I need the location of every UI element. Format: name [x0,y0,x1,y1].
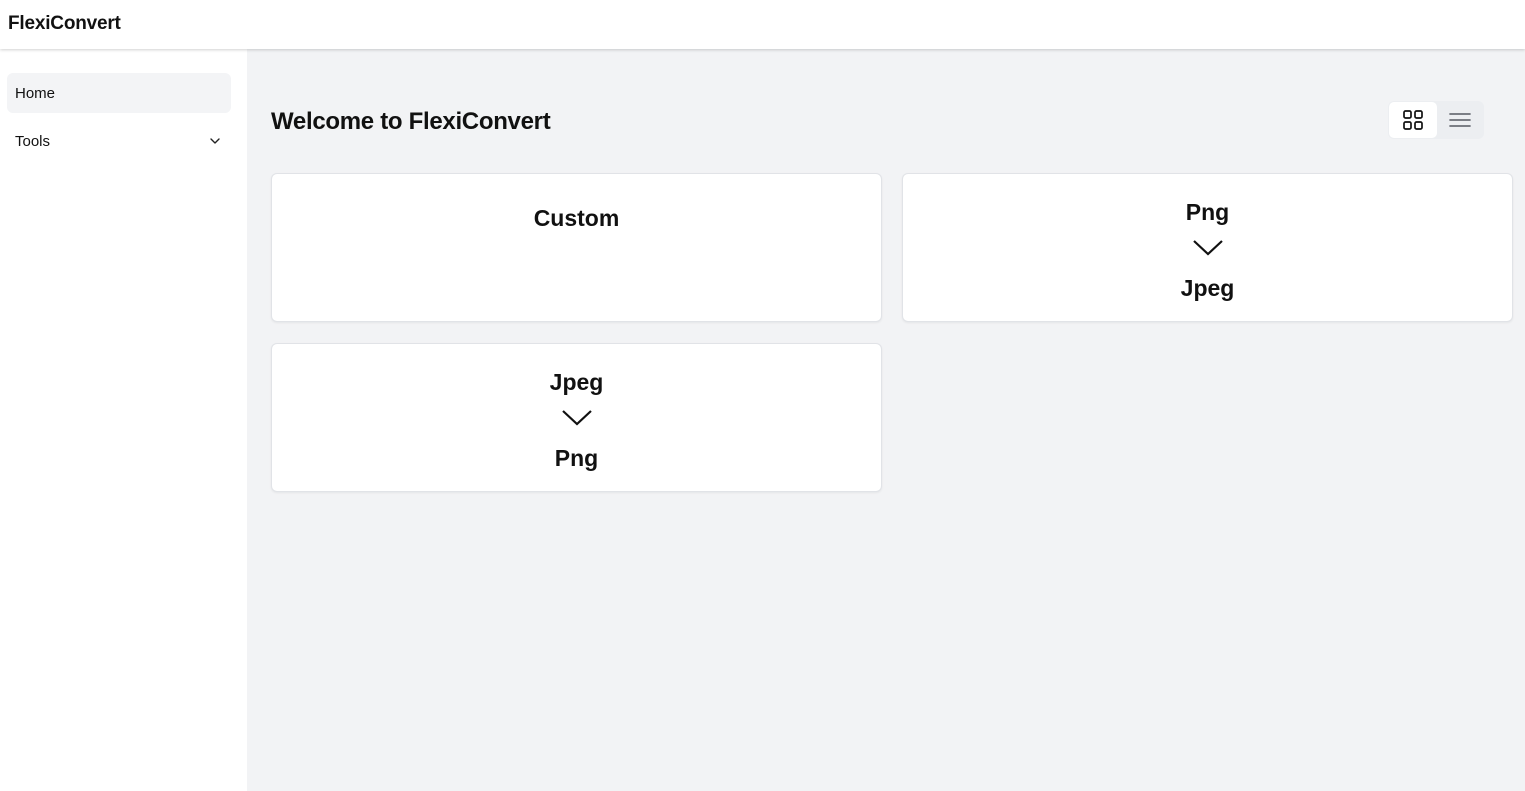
custom-conversion-card[interactable]: Custom [271,173,882,322]
target-format: Jpeg [1180,275,1235,301]
list-view-button[interactable] [1436,102,1484,138]
chevron-down-icon [561,410,592,426]
view-toggle [1388,101,1484,139]
sidebar-item-label: Tools [15,132,51,150]
source-format: Png [1185,199,1230,225]
top-bar: FlexiConvert [0,0,1525,49]
page-title: Welcome to FlexiConvert [271,108,551,135]
list-view-icon [1449,113,1471,127]
card-title: Custom [533,205,620,231]
png-to-jpeg-card[interactable]: Png Jpeg [902,173,1513,322]
chevron-down-icon [1192,240,1223,256]
jpeg-to-png-card[interactable]: Jpeg Png [271,343,882,492]
main-content: Welcome to FlexiConvert Custom Png Jpeg [247,49,1525,791]
app-title: FlexiConvert [8,13,121,34]
grid-view-icon [1403,110,1423,130]
target-format: Png [554,445,599,471]
sidebar-item-tools[interactable]: Tools [7,121,231,161]
source-format: Jpeg [549,369,604,395]
grid-view-button[interactable] [1389,102,1437,138]
chevron-down-icon [210,138,220,144]
sidebar-item-home[interactable]: Home [7,73,231,113]
sidebar: Home Tools [0,49,247,791]
sidebar-item-label: Home [15,84,56,102]
